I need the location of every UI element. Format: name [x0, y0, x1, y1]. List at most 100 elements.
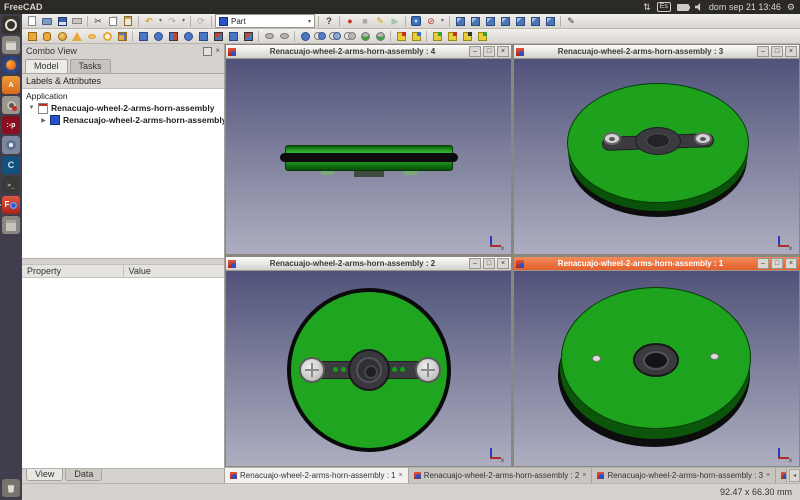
minimize-button[interactable]: –	[469, 46, 481, 57]
part-sphere-button[interactable]	[55, 30, 69, 43]
view-right-button[interactable]	[498, 15, 512, 28]
launcher-item-cura[interactable]: C	[2, 156, 20, 174]
session-gear-icon[interactable]: ⚙	[787, 3, 795, 12]
part-boolean-button[interactable]	[298, 30, 312, 43]
sketch-pen-button[interactable]: ✎	[564, 15, 578, 28]
new-document-button[interactable]	[25, 15, 39, 28]
launcher-item-files[interactable]	[2, 36, 20, 54]
subwindow-4-titlebar[interactable]: Renacuajo-wheel-2-arms-horn-assembly : 4…	[226, 45, 511, 59]
minimize-button[interactable]: –	[469, 258, 481, 269]
minimize-button[interactable]: –	[757, 46, 769, 57]
close-button[interactable]: ×	[497, 46, 509, 57]
volume-icon[interactable]	[695, 3, 703, 11]
close-button[interactable]: ×	[785, 46, 797, 57]
macro-play-button[interactable]: ▶	[388, 15, 402, 28]
combo-view-header[interactable]: Combo View ×	[22, 44, 224, 58]
tab-model[interactable]: Model	[25, 59, 68, 73]
launcher-item-settings[interactable]	[2, 96, 20, 114]
part-section-button[interactable]	[358, 30, 372, 43]
property-table-body[interactable]	[22, 278, 224, 469]
macro-record-button[interactable]: ●	[343, 15, 357, 28]
tab-tasks[interactable]: Tasks	[70, 59, 111, 73]
part-cut-button[interactable]	[313, 30, 327, 43]
part-offset-button[interactable]	[262, 30, 276, 43]
part-revolve-button[interactable]	[151, 30, 165, 43]
close-button[interactable]: ×	[497, 258, 509, 269]
tree-item-application[interactable]: Application	[22, 90, 224, 102]
measure-refresh-button[interactable]	[430, 30, 444, 43]
launcher-item-software-center[interactable]: A	[2, 76, 20, 94]
view-left-button[interactable]	[543, 15, 557, 28]
view-front-button[interactable]	[468, 15, 482, 28]
draw-style-button[interactable]: ⊘	[424, 15, 438, 28]
tab-close-icon[interactable]: ×	[766, 472, 770, 479]
subwindow-2-titlebar[interactable]: Renacuajo-wheel-2-arms-horn-assembly : 2…	[226, 257, 511, 271]
redo-dropdown-arrow[interactable]: ▾	[180, 15, 187, 28]
part-cross-sections-button[interactable]	[373, 30, 387, 43]
save-button[interactable]	[55, 15, 69, 28]
launcher-item-archive[interactable]	[2, 216, 20, 234]
launcher-item-smiley-app[interactable]: :-p	[2, 116, 20, 134]
viewport-side-view[interactable]: x	[226, 59, 511, 254]
minimize-button[interactable]: –	[757, 258, 769, 269]
tab-view[interactable]: View	[26, 469, 63, 481]
view-fit-all-button[interactable]	[409, 15, 423, 28]
tab-close-icon[interactable]: ×	[582, 472, 586, 479]
workbench-selector[interactable]: Part ▾	[215, 14, 315, 28]
part-cylinder-button[interactable]	[40, 30, 54, 43]
cut-button[interactable]: ✂	[91, 15, 105, 28]
launcher-item-trash[interactable]	[2, 479, 20, 497]
keyboard-layout-indicator[interactable]: Es	[657, 2, 671, 12]
panel-float-button[interactable]	[203, 47, 212, 56]
view-bottom-button[interactable]	[528, 15, 542, 28]
part-box-button[interactable]	[25, 30, 39, 43]
restore-button[interactable]: □	[771, 258, 783, 269]
launcher-item-chromium[interactable]	[2, 136, 20, 154]
viewport-iso-front-view[interactable]: x	[514, 59, 799, 254]
view-rear-button[interactable]	[513, 15, 527, 28]
measure-toggle-3d-button[interactable]	[475, 30, 489, 43]
part-fillet-button[interactable]	[181, 30, 195, 43]
part-sweep-button[interactable]	[241, 30, 255, 43]
part-thickness-button[interactable]	[277, 30, 291, 43]
clock[interactable]: dom sep 21 13:46	[709, 2, 781, 12]
view-top-button[interactable]	[483, 15, 497, 28]
tab-scroll-left-icon[interactable]: ◂	[789, 469, 800, 482]
property-column-header[interactable]: Property	[22, 265, 124, 277]
restore-button[interactable]: □	[483, 258, 495, 269]
tree-item-document[interactable]: ▼ Renacuajo-wheel-2-arms-horn-assembly	[22, 102, 224, 114]
window-tab-2[interactable]: Renacuajo-wheel-2-arms-horn-assembly : 2…	[409, 468, 593, 483]
tab-close-icon[interactable]: ×	[399, 472, 403, 479]
close-button[interactable]: ×	[785, 258, 797, 269]
paste-button[interactable]	[121, 15, 135, 28]
measure-clear-all-button[interactable]	[445, 30, 459, 43]
print-button[interactable]	[70, 15, 84, 28]
tab-data[interactable]: Data	[65, 469, 102, 481]
part-primitives-button[interactable]	[115, 30, 129, 43]
panel-close-button[interactable]: ×	[215, 47, 220, 55]
macro-edit-button[interactable]: ✎	[373, 15, 387, 28]
window-tab-3[interactable]: Renacuajo-wheel-2-arms-horn-assembly : 3…	[592, 468, 776, 483]
part-cone-button[interactable]	[70, 30, 84, 43]
launcher-item-terminal[interactable]: >_	[2, 176, 20, 194]
part-extrude-button[interactable]	[136, 30, 150, 43]
viewport-front-view[interactable]: x	[226, 271, 511, 466]
view-axonometric-button[interactable]	[453, 15, 467, 28]
launcher-item-freecad[interactable]: F	[2, 196, 20, 214]
restore-button[interactable]: □	[483, 46, 495, 57]
branch-open-icon[interactable]: ▼	[28, 105, 35, 111]
part-union-button[interactable]	[328, 30, 342, 43]
subwindow-1-titlebar[interactable]: Renacuajo-wheel-2-arms-horn-assembly : 1…	[514, 257, 799, 271]
part-torus-button[interactable]	[85, 30, 99, 43]
draw-style-dropdown-arrow[interactable]: ▾	[439, 15, 446, 28]
part-tube-button[interactable]	[100, 30, 114, 43]
part-loft-button[interactable]	[226, 30, 240, 43]
measure-toggle-all-button[interactable]	[460, 30, 474, 43]
open-button[interactable]	[40, 15, 54, 28]
macro-stop-button[interactable]: ■	[358, 15, 372, 28]
window-tab-4[interactable]: Renacuajo-wheel-2-arms-horn-assembly : 4	[776, 468, 787, 483]
part-ruled-surface-button[interactable]	[211, 30, 225, 43]
branch-closed-icon[interactable]: ▶	[40, 117, 47, 124]
part-chamfer-button[interactable]	[196, 30, 210, 43]
battery-icon[interactable]	[677, 4, 689, 11]
